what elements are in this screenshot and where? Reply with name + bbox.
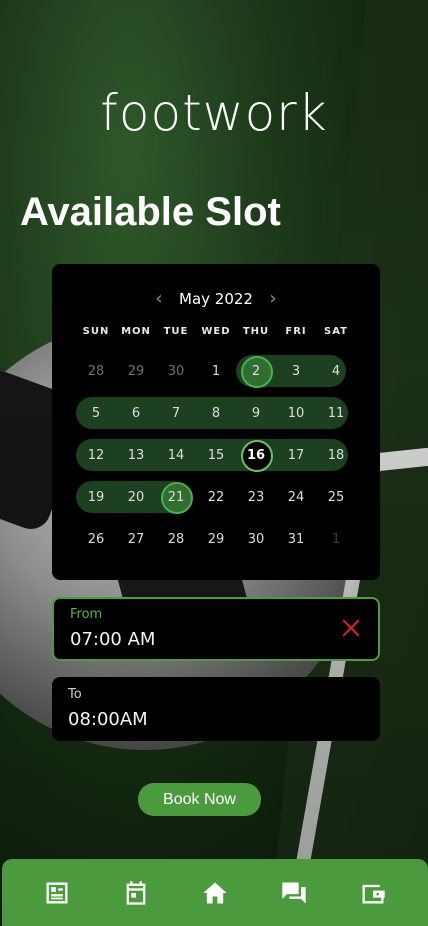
calendar-day[interactable]: 30 xyxy=(156,355,196,387)
calendar-day[interactable]: 28 xyxy=(156,523,196,555)
calendar-day[interactable]: 18 xyxy=(316,439,356,471)
calendar-day[interactable]: 11 xyxy=(316,397,356,429)
close-icon[interactable] xyxy=(340,617,362,639)
home-icon xyxy=(203,882,227,903)
calendar-day[interactable]: 31 xyxy=(276,523,316,555)
calendar-icon xyxy=(126,880,146,905)
nav-home[interactable] xyxy=(195,873,235,913)
from-time-value[interactable]: 07:00 AM xyxy=(70,629,155,650)
calendar-day[interactable]: 30 xyxy=(236,523,276,555)
weekday-label: SAT xyxy=(324,326,348,337)
calendar-day[interactable]: 6 xyxy=(116,397,156,429)
calendar-day[interactable]: 25 xyxy=(316,481,356,513)
app-logo: footwork xyxy=(100,84,328,142)
calendar-day[interactable]: 13 xyxy=(116,439,156,471)
calendar-header: ‹ May 2022 › xyxy=(52,288,380,309)
nav-chat[interactable] xyxy=(274,873,314,913)
page-title: Available Slot xyxy=(20,190,281,234)
calendar-day[interactable]: 19 xyxy=(76,481,116,513)
calendar-week: 12 13 14 15 16 17 18 xyxy=(76,434,356,476)
calendar-day[interactable]: 28 xyxy=(76,355,116,387)
book-now-button[interactable]: Book Now xyxy=(138,783,261,816)
calendar-day[interactable]: 1 xyxy=(196,355,236,387)
calendar-day[interactable]: 9 xyxy=(236,397,276,429)
wallet-icon xyxy=(362,884,385,903)
calendar-day[interactable]: 23 xyxy=(236,481,276,513)
calendar-day[interactable]: 17 xyxy=(276,439,316,471)
calendar-day[interactable]: 27 xyxy=(116,523,156,555)
weekday-label: TUE xyxy=(163,326,189,337)
from-label: From xyxy=(70,607,103,622)
calendar: ‹ May 2022 › SUN MON TUE WED THU FRI SAT… xyxy=(52,264,380,580)
to-time-field[interactable]: To 08:00AM xyxy=(52,677,380,741)
calendar-day[interactable]: 8 xyxy=(196,397,236,429)
calendar-day-range-end[interactable]: 21 xyxy=(156,481,196,514)
calendar-day[interactable]: 29 xyxy=(196,523,236,555)
to-label: To xyxy=(68,687,82,702)
calendar-day[interactable]: 29 xyxy=(116,355,156,387)
calendar-day[interactable]: 1 xyxy=(316,523,356,555)
calendar-day[interactable]: 20 xyxy=(116,481,156,513)
calendar-week: 28 29 30 1 2 3 4 xyxy=(76,350,356,392)
weekday-label: MON xyxy=(121,326,151,337)
calendar-day[interactable]: 26 xyxy=(76,523,116,555)
chat-icon xyxy=(282,882,306,903)
nav-profile[interactable] xyxy=(37,873,77,913)
from-time-field[interactable]: From 07:00 AM xyxy=(52,597,380,661)
weekday-label: SUN xyxy=(82,326,110,337)
calendar-week: 26 27 28 29 30 31 1 xyxy=(76,518,356,560)
calendar-week: 19 20 21 22 23 24 25 xyxy=(76,476,356,518)
calendar-day[interactable]: 12 xyxy=(76,439,116,471)
calendar-day[interactable]: 22 xyxy=(196,481,236,513)
nav-wallet[interactable] xyxy=(353,873,393,913)
calendar-day[interactable]: 5 xyxy=(76,397,116,429)
chevron-right-icon[interactable]: › xyxy=(265,288,281,309)
month-label: May 2022 xyxy=(179,289,253,308)
weekday-label: WED xyxy=(201,326,231,337)
nav-calendar[interactable] xyxy=(116,873,156,913)
calendar-day[interactable]: 14 xyxy=(156,439,196,471)
calendar-day[interactable]: 15 xyxy=(196,439,236,471)
calendar-grid: 28 29 30 1 2 3 4 5 6 7 8 9 10 11 12 13 1… xyxy=(76,350,356,560)
weekday-header: SUN MON TUE WED THU FRI SAT xyxy=(76,326,356,337)
to-time-value[interactable]: 08:00AM xyxy=(68,709,148,730)
calendar-day-today[interactable]: 16 xyxy=(236,439,276,472)
calendar-day[interactable]: 7 xyxy=(156,397,196,429)
weekday-label: THU xyxy=(242,326,270,337)
calendar-day[interactable]: 24 xyxy=(276,481,316,513)
profile-card-icon xyxy=(46,882,68,903)
calendar-day[interactable]: 3 xyxy=(276,355,316,387)
calendar-day[interactable]: 10 xyxy=(276,397,316,429)
calendar-week: 5 6 7 8 9 10 11 xyxy=(76,392,356,434)
weekday-label: FRI xyxy=(285,326,307,337)
calendar-day[interactable]: 4 xyxy=(316,355,356,387)
chevron-left-icon[interactable]: ‹ xyxy=(151,288,167,309)
calendar-day-range-start[interactable]: 2 xyxy=(236,355,276,388)
bottom-nav xyxy=(2,859,428,926)
